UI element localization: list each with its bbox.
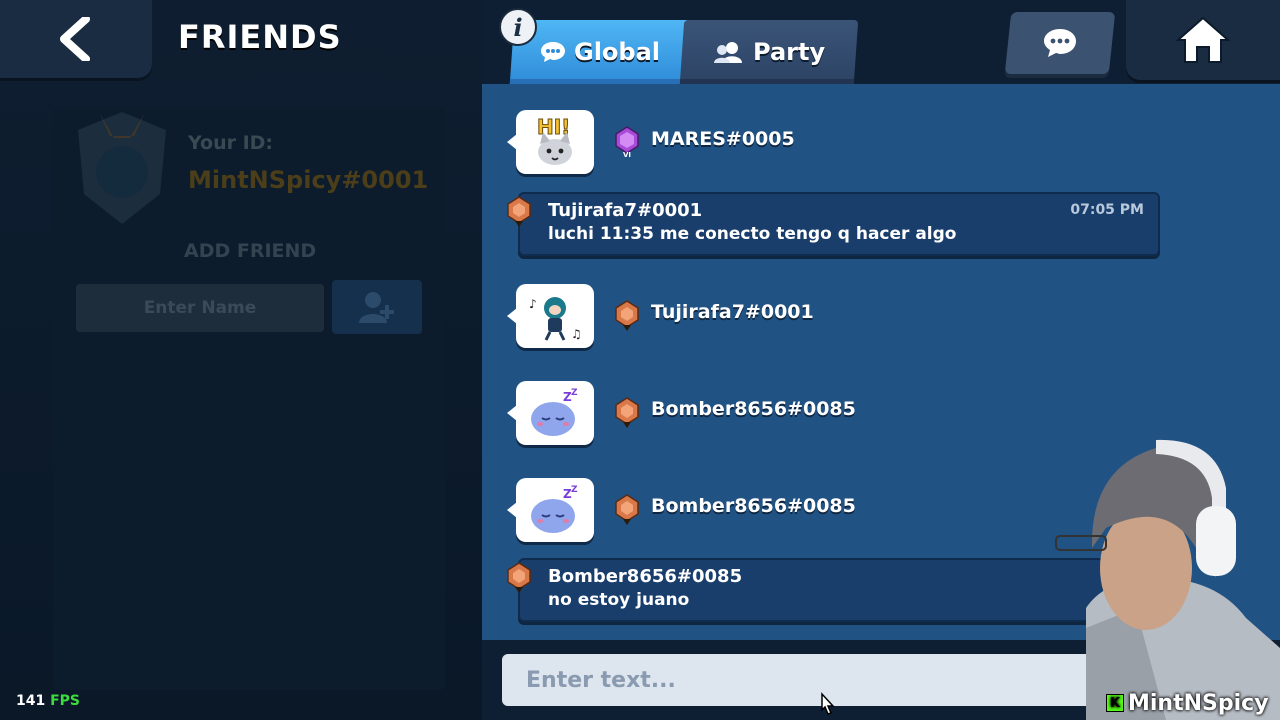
music-dance-emote-icon: ♪ ♫: [529, 297, 582, 341]
tab-party[interactable]: Party: [679, 20, 859, 84]
sleepy-emote-icon: Z Z: [531, 388, 578, 436]
tab-party-label: Party: [752, 38, 826, 66]
add-friend-label: ADD FRIEND: [184, 240, 317, 262]
player-avatar: [70, 108, 174, 228]
fps-unit: FPS: [50, 693, 81, 709]
your-id-label: Your ID:: [188, 132, 274, 154]
rank-purple-icon: VI: [615, 126, 639, 158]
webcam-overlay: [1046, 428, 1280, 720]
chat-toggle-button[interactable]: [1004, 12, 1116, 74]
fps-value: 141: [16, 693, 46, 709]
emote-card: Z Z: [507, 478, 594, 542]
speech-bubble-icon: [1044, 29, 1076, 57]
fps-counter: 141 FPS: [16, 693, 80, 709]
friend-name-input[interactable]: Enter Name: [76, 284, 324, 332]
home-button[interactable]: [1126, 0, 1280, 80]
svg-text:♫: ♫: [571, 327, 582, 341]
chevron-left-icon: [60, 17, 90, 61]
mouse-cursor-icon: [821, 692, 835, 715]
message-text: luchi 11:35 me conecto tengo q hacer alg…: [548, 224, 957, 244]
your-id-value: MintNSpicy#0001: [188, 166, 429, 194]
message-username: Bomber8656#0085: [651, 495, 856, 517]
chat-text-input[interactable]: Enter text...: [502, 654, 1122, 706]
streamer-tag: K MintNSpicy: [1106, 688, 1269, 718]
message-text: no estoy juano: [548, 590, 690, 610]
svg-text:VI: VI: [623, 151, 631, 158]
svg-text:♪: ♪: [529, 297, 537, 311]
message-username: Tujirafa7#0001: [548, 200, 703, 221]
streamer-name: MintNSpicy: [1128, 690, 1269, 716]
emote-card: ♪ ♫: [507, 284, 594, 348]
info-icon: i: [513, 12, 523, 42]
emote-card: HI!: [507, 110, 594, 174]
message-username: MARES#0005: [651, 128, 795, 150]
party-icon: [713, 42, 742, 63]
message-username: Bomber8656#0085: [548, 566, 743, 587]
add-friend-button[interactable]: [332, 280, 422, 334]
svg-text:Z: Z: [571, 388, 578, 398]
info-button[interactable]: i: [499, 8, 537, 46]
rank-bronze-icon: [615, 397, 639, 428]
message-username: Bomber8656#0085: [651, 398, 856, 420]
home-icon: [1175, 16, 1231, 63]
sleepy-emote-icon: Z Z: [531, 485, 578, 533]
rank-bronze-icon: [615, 494, 639, 525]
rank-bronze-icon: [615, 300, 639, 331]
rank-bronze-icon: [507, 562, 531, 593]
hi-cat-emote-icon: HI!: [537, 115, 572, 165]
svg-text:Z: Z: [571, 485, 578, 495]
kick-logo-icon: K: [1106, 694, 1124, 712]
chat-bubble-icon: [540, 42, 565, 62]
chat-message: Tujirafa7#0001 luchi 11:35 me conecto te…: [518, 192, 1160, 256]
message-username: Tujirafa7#0001: [651, 301, 814, 323]
tab-global-label: Global: [573, 38, 660, 66]
emote-card: Z Z: [507, 381, 594, 445]
back-button[interactable]: [0, 0, 152, 78]
page-title: FRIENDS: [178, 18, 342, 56]
add-user-icon: [359, 292, 394, 323]
tab-global[interactable]: Global: [509, 20, 691, 84]
message-timestamp: 07:05 PM: [1070, 202, 1144, 218]
rank-bronze-icon: [507, 196, 531, 227]
